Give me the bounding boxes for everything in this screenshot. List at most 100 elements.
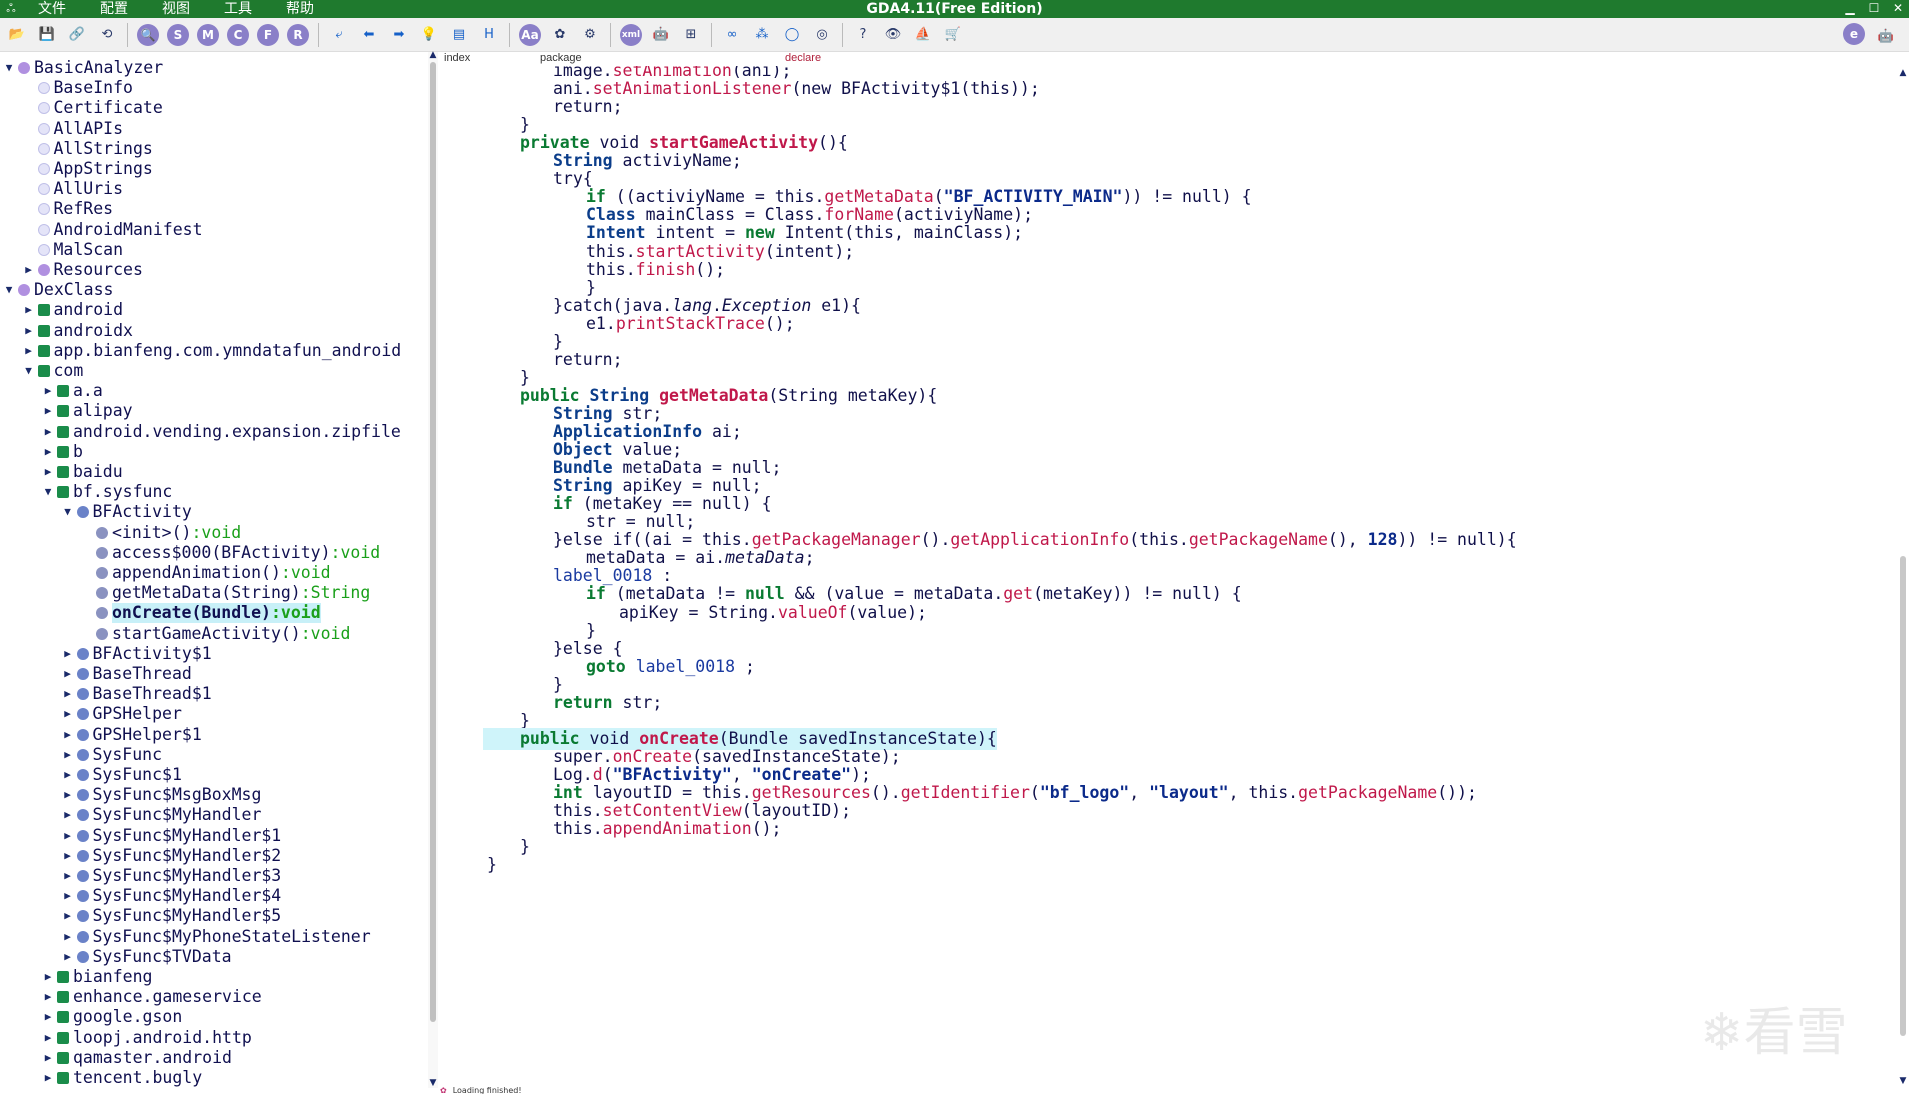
jump-icon[interactable]: ⤶ <box>326 22 352 48</box>
tree-scroll-up-icon[interactable]: ▲ <box>428 50 438 60</box>
expand-right-icon[interactable]: ▶ <box>41 967 55 987</box>
expand-right-icon[interactable]: ▶ <box>61 886 75 906</box>
methods-m-icon[interactable]: M <box>197 23 219 46</box>
tree-node[interactable]: ▶ alipay <box>41 401 133 421</box>
tree-node[interactable]: ▼ BasicAnalyzer <box>2 58 163 78</box>
expand-right-icon[interactable]: ▶ <box>61 745 75 765</box>
expand-right-icon[interactable]: ▶ <box>61 826 75 846</box>
expand-right-icon[interactable]: ▶ <box>41 1048 55 1068</box>
tree-node[interactable]: ▶ GPSHelper <box>61 704 182 724</box>
tree-node[interactable]: MalScan <box>22 240 123 260</box>
tree-node[interactable]: ▶ b <box>41 442 83 462</box>
tree-node[interactable]: ▶ android.vending.expansion.zipfile <box>41 422 401 442</box>
expand-right-icon[interactable]: ▶ <box>61 684 75 704</box>
settings-icon[interactable]: ⚙ <box>577 22 603 48</box>
code-view[interactable]: image.setAnimation(ani); ani.setAnimation… <box>440 66 1890 1088</box>
tree-scrollbar-thumb[interactable] <box>430 62 436 1022</box>
android-small-icon[interactable]: 🤖 <box>1873 23 1899 49</box>
fingerprint-icon[interactable]: ◎ <box>809 22 835 48</box>
code-scroll-down-icon[interactable]: ▼ <box>1897 1076 1909 1086</box>
open-folder-icon[interactable]: 📂 <box>4 22 30 48</box>
header-package[interactable]: package <box>540 52 582 64</box>
minimize-icon[interactable]: ▁ <box>1839 0 1861 18</box>
strings-s-icon[interactable]: S <box>167 23 189 46</box>
tree-node[interactable]: getMetaData(String):String <box>80 583 370 603</box>
expand-right-icon[interactable]: ▶ <box>61 704 75 724</box>
android-icon[interactable]: 🤖 <box>648 22 674 48</box>
tree-node[interactable]: AllUris <box>22 179 123 199</box>
tree-node[interactable]: ▶ app.bianfeng.com.ymndatafun_android <box>22 341 401 361</box>
tree-node[interactable]: AppStrings <box>22 159 153 179</box>
code-scrollbar[interactable]: ▲ ▼ <box>1897 66 1909 1088</box>
back-icon[interactable]: ⬅ <box>356 22 382 48</box>
expand-right-icon[interactable]: ▶ <box>61 785 75 805</box>
tree-node[interactable]: ▶ SysFunc$MyHandler$4 <box>61 886 281 906</box>
infinity-icon[interactable]: ∞ <box>719 22 745 48</box>
tree-node[interactable]: ▶ SysFunc$TVData <box>61 947 231 967</box>
tree-node[interactable]: ▶ android <box>22 300 123 320</box>
code-line[interactable]: this.finish(); <box>586 259 725 281</box>
tree-node[interactable]: ▶ GPSHelper$1 <box>61 725 202 745</box>
help-icon[interactable]: ? <box>850 22 876 48</box>
link-icon[interactable]: 🔗 <box>64 22 90 48</box>
tree-node[interactable]: ▶ BFActivity$1 <box>61 644 212 664</box>
resources-r-icon[interactable]: R <box>287 23 309 46</box>
tree-node[interactable]: access$000(BFActivity):void <box>80 543 380 563</box>
expand-right-icon[interactable]: ▶ <box>61 947 75 967</box>
tree-scrollbar[interactable] <box>428 52 438 1088</box>
expand-right-icon[interactable]: ▶ <box>61 846 75 866</box>
hex-h-icon[interactable]: H <box>476 22 502 48</box>
tree-scroll-down-icon[interactable]: ▼ <box>428 1078 438 1088</box>
tree-node[interactable]: ▼ DexClass <box>2 280 114 300</box>
class-tree[interactable]: ▼ BasicAnalyzer BaseInfo Certificate AllAPIs… <box>0 52 424 1088</box>
tree-node[interactable]: appendAnimation():void <box>80 563 331 583</box>
tree-node[interactable]: ▶ SysFunc$MyPhoneStateListener <box>61 927 370 947</box>
tree-node[interactable]: ▶ SysFunc <box>61 745 162 765</box>
tree-node[interactable]: BaseInfo <box>22 78 133 98</box>
tree-node[interactable]: ▼ bf.sysfunc <box>41 482 173 502</box>
expand-right-icon[interactable]: ▶ <box>22 260 36 280</box>
tree-node[interactable]: AllStrings <box>22 139 153 159</box>
expand-right-icon[interactable]: ▶ <box>61 644 75 664</box>
tree-node[interactable]: ▶ baidu <box>41 462 123 482</box>
expand-right-icon[interactable]: ▶ <box>61 765 75 785</box>
menu-view[interactable]: 视图 <box>146 0 208 18</box>
menu-config[interactable]: 配置 <box>84 0 146 18</box>
tree-node[interactable]: ▶ Resources <box>22 260 143 280</box>
tree-node[interactable]: ▶ qamaster.android <box>41 1048 232 1068</box>
tree-node[interactable]: ▶ tencent.bugly <box>41 1068 202 1088</box>
expand-right-icon[interactable]: ▶ <box>41 1028 55 1048</box>
network-icon[interactable]: ⁂ <box>749 22 775 48</box>
report-icon[interactable]: ▤ <box>446 22 472 48</box>
tree-node[interactable]: RefRes <box>22 199 113 219</box>
tree-node[interactable]: ▶ bianfeng <box>41 967 153 987</box>
maximize-icon[interactable]: ☐ <box>1863 0 1885 18</box>
tree-node[interactable]: ▶ androidx <box>22 321 133 341</box>
tree-node[interactable]: ▶ SysFunc$MsgBoxMsg <box>61 785 261 805</box>
expand-down-icon[interactable]: ▼ <box>41 482 55 502</box>
expand-right-icon[interactable]: ▶ <box>41 422 55 442</box>
tree-node[interactable]: ▶ SysFunc$MyHandler <box>61 805 261 825</box>
code-line[interactable]: return; <box>553 96 623 118</box>
forward-icon[interactable]: ➡ <box>386 22 412 48</box>
tree-node[interactable]: ▶ SysFunc$1 <box>61 765 182 785</box>
expand-right-icon[interactable]: ▶ <box>41 462 55 482</box>
eye-icon[interactable]: 👁 <box>880 22 906 48</box>
close-icon[interactable]: ✕ <box>1887 0 1909 18</box>
expand-right-icon[interactable]: ▶ <box>61 906 75 926</box>
code-line[interactable]: } <box>487 854 497 876</box>
search-icon[interactable]: 🔍 <box>137 23 159 46</box>
tree-node[interactable]: ▶ a.a <box>41 381 103 401</box>
header-declare[interactable]: declare <box>785 52 821 64</box>
expand-right-icon[interactable]: ▶ <box>22 341 36 361</box>
expand-right-icon[interactable]: ▶ <box>41 442 55 462</box>
menu-tools[interactable]: 工具 <box>208 0 270 18</box>
code-line[interactable]: return; <box>553 349 623 371</box>
windows-icon[interactable]: ⊞ <box>678 22 704 48</box>
tree-node[interactable]: ▶ google.gson <box>41 1007 183 1027</box>
tree-node[interactable]: ▶ SysFunc$MyHandler$5 <box>61 906 281 926</box>
code-line[interactable]: apiKey = String.valueOf(value); <box>619 602 927 624</box>
tree-node[interactable]: Certificate <box>22 98 163 118</box>
expand-right-icon[interactable]: ▶ <box>22 321 36 341</box>
expand-right-icon[interactable]: ▶ <box>61 927 75 947</box>
